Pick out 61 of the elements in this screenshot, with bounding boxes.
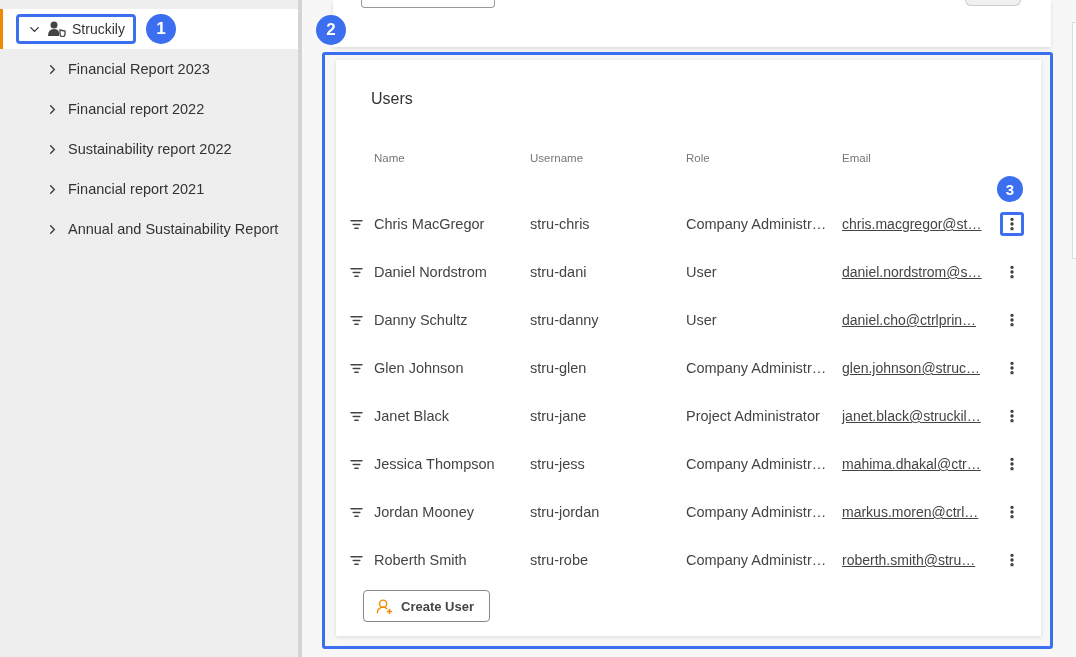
email-link[interactable]: markus.moren@ctrl… — [842, 504, 979, 520]
list-icon — [350, 457, 363, 471]
tree-item[interactable]: Financial report 2022 — [0, 89, 298, 129]
email-link[interactable]: mahima.dhakal@ctr… — [842, 456, 981, 472]
table-cell: Jessica Thompson — [374, 456, 495, 472]
users-title: Users — [371, 90, 413, 108]
list-icon — [350, 217, 363, 231]
table-cell: Glen Johnson — [374, 360, 464, 376]
column-header: Username — [530, 152, 584, 164]
table-cell: stru-jess — [530, 456, 585, 472]
column-header: Email — [842, 152, 871, 164]
column-header: Role — [686, 152, 710, 164]
table-cell: Company Administr… — [686, 504, 827, 520]
callout-badge: 2 — [316, 15, 346, 45]
column-header: Name — [374, 152, 405, 164]
table-cell: Company Administr… — [686, 216, 827, 232]
list-icon — [350, 553, 363, 567]
list-icon — [350, 505, 363, 519]
tree-item[interactable]: Financial Report 2023 — [0, 49, 298, 89]
table-cell: Janet Black — [374, 408, 449, 424]
table-cell: stru-robe — [530, 552, 589, 568]
more-button[interactable] — [1000, 212, 1024, 236]
table-cell: Project Administrator — [686, 408, 820, 424]
callout-badge: 3 — [997, 176, 1023, 202]
table-cell: stru-danny — [530, 312, 599, 328]
table-cell: Danny Schultz — [374, 312, 468, 328]
email-link[interactable]: daniel.cho@ctrlprin… — [842, 312, 977, 328]
tree-root-row[interactable]: Struckily 1 — [0, 9, 298, 49]
tree-item[interactable]: Sustainability report 2022 — [0, 129, 298, 169]
list-icon — [350, 361, 363, 375]
toggle-switch[interactable] — [965, 0, 1021, 6]
list-icon — [350, 265, 363, 279]
outline-button[interactable] — [361, 0, 495, 8]
email-link[interactable]: janet.black@struckil… — [842, 408, 981, 424]
table-cell: Company Administr… — [686, 552, 827, 568]
user-plus-icon — [376, 597, 393, 615]
table-cell: Daniel Nordstrom — [374, 264, 487, 280]
table-cell: stru-glen — [530, 360, 587, 376]
table-cell: stru-jane — [530, 408, 587, 424]
table-cell: User — [686, 312, 717, 328]
tree-item[interactable]: Annual and Sustainability Report — [0, 209, 298, 249]
table-cell: Chris MacGregor — [374, 216, 485, 232]
user-shield-icon — [48, 21, 66, 37]
email-link[interactable]: glen.johnson@struc… — [842, 360, 980, 376]
organization-button[interactable]: Struckily — [16, 14, 136, 44]
list-icon — [350, 409, 363, 423]
email-link[interactable]: chris.macgregor@st… — [842, 216, 982, 232]
table-cell: Jordan Mooney — [374, 504, 474, 520]
table-cell: stru-jordan — [530, 504, 600, 520]
email-link[interactable]: roberth.smith@stru… — [842, 552, 976, 568]
callout-badge: 1 — [145, 14, 176, 44]
table-cell: stru-dani — [530, 264, 587, 280]
email-link[interactable]: daniel.nordstrom@s… — [842, 264, 982, 280]
create-user-button[interactable]: Create User — [363, 590, 490, 622]
tree-item[interactable]: Financial report 2021 — [0, 169, 298, 209]
table-cell: Company Administr… — [686, 456, 827, 472]
table-cell: User — [686, 264, 717, 280]
list-icon — [350, 313, 363, 327]
table-cell: Company Administr… — [686, 360, 827, 376]
table-cell: stru-chris — [530, 216, 590, 232]
table-cell: Roberth Smith — [374, 552, 467, 568]
